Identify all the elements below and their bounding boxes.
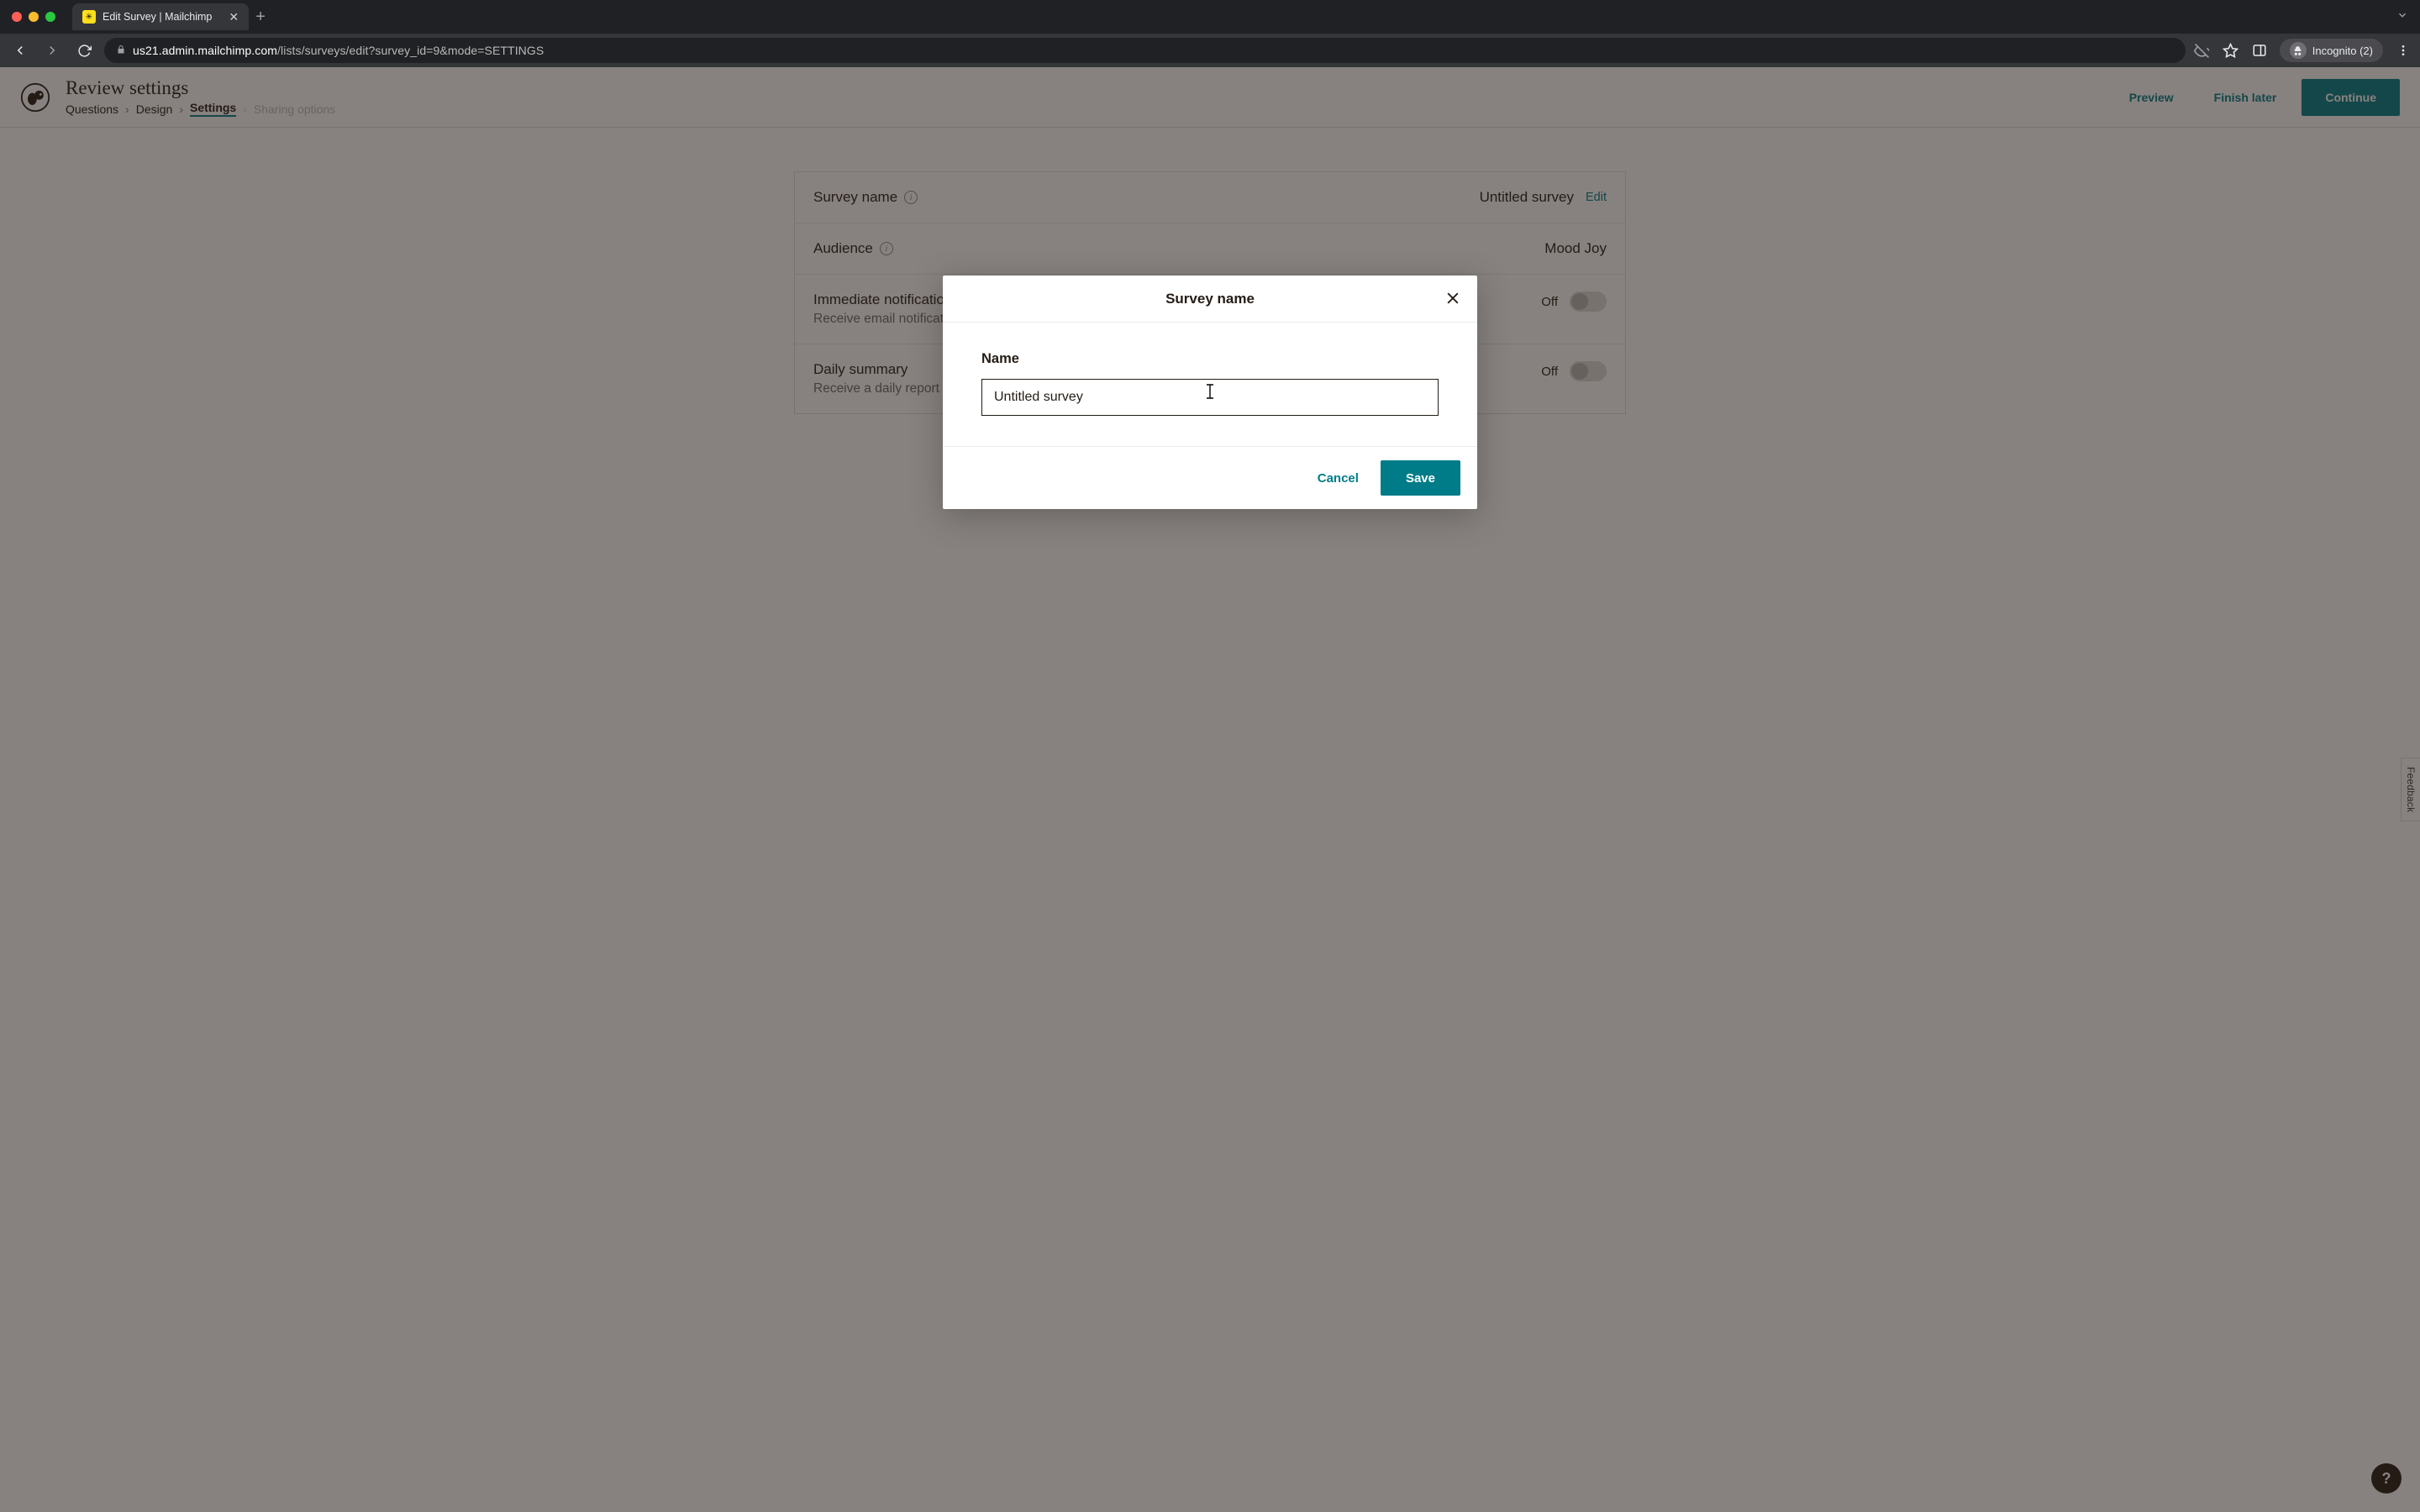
- browser-chrome: ✳ Edit Survey | Mailchimp ✕ + us21.admin…: [0, 0, 2420, 67]
- survey-name-modal: Survey name Name Cancel Save: [943, 276, 1477, 509]
- window-close-button[interactable]: [12, 12, 22, 22]
- reload-button[interactable]: [72, 39, 96, 62]
- lock-icon: [116, 45, 126, 57]
- kebab-menu-icon[interactable]: [2395, 42, 2412, 59]
- survey-name-input[interactable]: [981, 379, 1439, 416]
- window-minimize-button[interactable]: [29, 12, 39, 22]
- modal-title: Survey name: [1165, 291, 1255, 307]
- close-tab-icon[interactable]: ✕: [229, 10, 239, 24]
- name-field-label: Name: [981, 351, 1439, 367]
- app-page: Review settings Questions › Design › Set…: [0, 67, 2420, 1512]
- side-panel-icon[interactable]: [2251, 42, 2268, 59]
- incognito-icon: [2290, 42, 2307, 59]
- toolbar-right: Incognito (2): [2194, 39, 2412, 62]
- incognito-indicator[interactable]: Incognito (2): [2280, 39, 2383, 62]
- browser-toolbar: us21.admin.mailchimp.com/lists/surveys/e…: [0, 34, 2420, 67]
- url-text: us21.admin.mailchimp.com/lists/surveys/e…: [133, 44, 544, 57]
- tab-title: Edit Survey | Mailchimp: [103, 11, 212, 23]
- window-zoom-button[interactable]: [45, 12, 55, 22]
- back-button[interactable]: [8, 39, 32, 62]
- eye-off-icon[interactable]: [2194, 42, 2211, 59]
- modal-overlay[interactable]: Survey name Name Cancel Save: [0, 67, 2420, 1512]
- incognito-label: Incognito (2): [2312, 45, 2373, 57]
- browser-titlebar: ✳ Edit Survey | Mailchimp ✕ +: [0, 0, 2420, 34]
- address-bar[interactable]: us21.admin.mailchimp.com/lists/surveys/e…: [104, 38, 2186, 63]
- cancel-button[interactable]: Cancel: [1301, 463, 1376, 494]
- bookmark-star-icon[interactable]: [2223, 42, 2239, 59]
- mailchimp-favicon: ✳: [82, 10, 96, 24]
- new-tab-button[interactable]: +: [249, 8, 272, 27]
- save-button[interactable]: Save: [1381, 460, 1460, 496]
- browser-tab[interactable]: ✳ Edit Survey | Mailchimp ✕: [72, 3, 249, 30]
- modal-close-button[interactable]: [1440, 286, 1465, 311]
- tabs-overflow-icon[interactable]: [2396, 9, 2408, 25]
- window-controls: [0, 12, 67, 22]
- forward-button[interactable]: [40, 39, 64, 62]
